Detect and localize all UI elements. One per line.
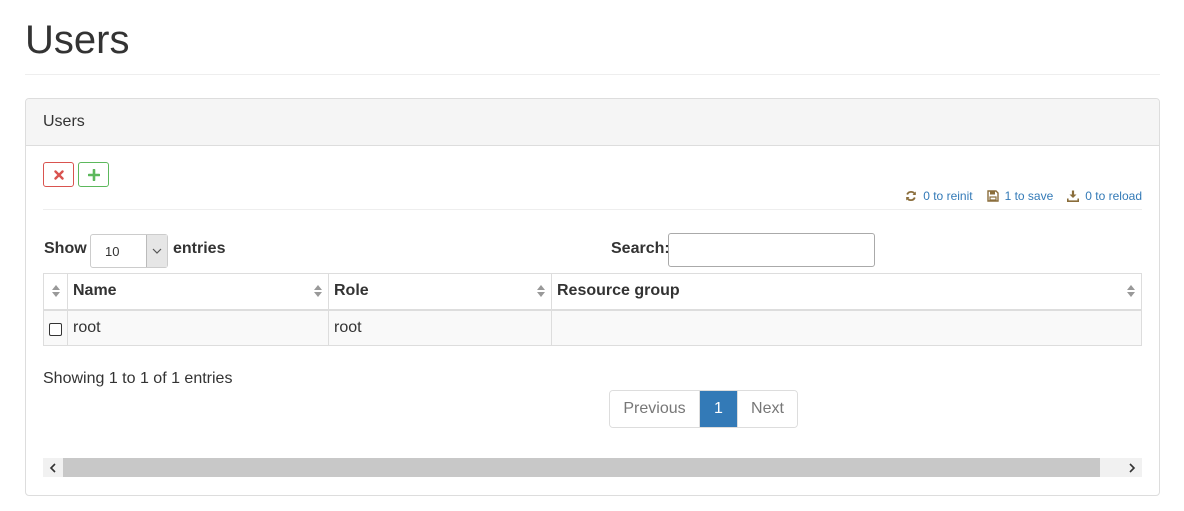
save-link[interactable]: 1 to save [986, 189, 1054, 203]
reinit-label: 0 to reinit [923, 189, 973, 203]
add-button[interactable] [78, 162, 109, 187]
row-checkbox[interactable] [49, 323, 62, 337]
plus-icon [87, 168, 100, 181]
toolbar-divider [43, 209, 1142, 210]
refresh-icon [906, 190, 917, 202]
page-header: Users [25, 0, 1160, 75]
sort-icon [52, 285, 60, 297]
table-row[interactable]: root root [43, 309, 1142, 346]
sort-icon [1127, 285, 1135, 297]
save-label: 1 to save [1004, 189, 1054, 203]
table-header-row: Name Role Resource group [43, 273, 1142, 311]
cell-name: root [67, 309, 329, 346]
sort-icon [537, 285, 545, 297]
users-table: Name Role Resource group root root [43, 273, 1142, 346]
delete-button[interactable] [43, 162, 74, 187]
column-header-role[interactable]: Role [328, 273, 552, 311]
panel-heading: Users [26, 99, 1159, 146]
search-label: Search: [611, 240, 670, 257]
horizontal-scrollbar[interactable] [43, 458, 1142, 477]
scrollbar-thumb[interactable] [63, 458, 1100, 477]
cell-role: root [328, 309, 552, 346]
reload-link[interactable]: 0 to reload [1067, 189, 1142, 203]
next-button[interactable]: Next [737, 391, 797, 427]
column-header-name[interactable]: Name [67, 273, 329, 311]
scroll-left-icon[interactable] [43, 458, 63, 477]
times-icon [53, 169, 64, 180]
page-length-value: 10 [105, 244, 120, 259]
previous-button[interactable]: Previous [610, 391, 700, 427]
entries-label: entries [173, 240, 226, 257]
users-panel: Users 0 to reinit 1 to save 0 to reload … [25, 98, 1160, 496]
column-label-role: Role [334, 282, 369, 300]
table-info: Showing 1 to 1 of 1 entries [43, 370, 233, 387]
page-title: Users [25, 18, 130, 62]
show-label: Show [44, 240, 87, 257]
cell-resource-group [551, 309, 1142, 346]
pagination: Previous 1 Next [609, 390, 798, 428]
page-length-select[interactable]: 10 [90, 234, 168, 268]
select-column-header[interactable] [43, 273, 68, 311]
column-label-name: Name [73, 282, 117, 300]
column-label-resource-group: Resource group [557, 282, 680, 300]
chevron-down-icon [146, 235, 167, 267]
reinit-link[interactable]: 0 to reinit [905, 189, 973, 203]
reload-label: 0 to reload [1085, 189, 1142, 203]
search-input[interactable] [668, 233, 875, 267]
download-icon [1067, 190, 1080, 202]
floppy-disk-icon [986, 190, 999, 202]
column-header-resource-group[interactable]: Resource group [551, 273, 1142, 311]
scroll-right-icon[interactable] [1122, 458, 1142, 477]
row-select-cell[interactable] [43, 309, 68, 346]
sort-icon [314, 285, 322, 297]
page-1-button[interactable]: 1 [700, 391, 737, 427]
status-bar: 0 to reinit 1 to save 0 to reload [905, 189, 1142, 203]
